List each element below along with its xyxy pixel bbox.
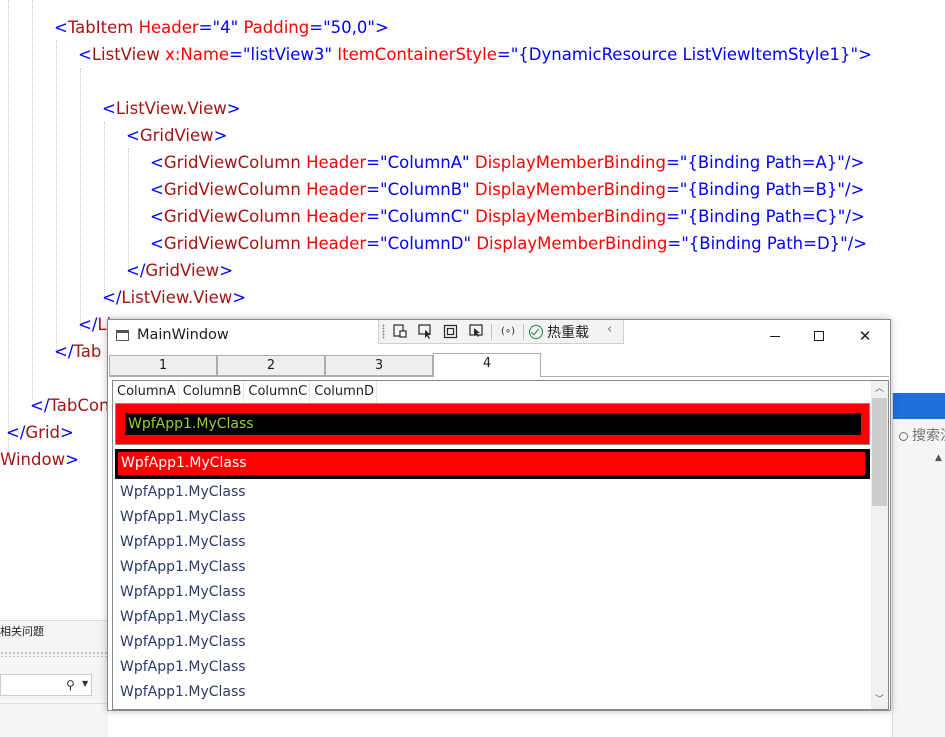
code-line: <TabItem Header="4" Padding="50,0"> <box>54 18 389 37</box>
hot-reload-button[interactable]: 热重载 <box>529 322 589 341</box>
minimize-icon <box>770 335 780 337</box>
vertical-scrollbar[interactable]: ︿ ﹀ <box>871 381 888 709</box>
solution-search-box[interactable]: 搜索洪 <box>899 425 945 445</box>
list-item[interactable]: WpfApp1.MyClass <box>113 630 872 655</box>
close-button[interactable]: ✕ <box>842 320 888 352</box>
focused-item-text: WpfApp1.MyClass <box>118 452 865 475</box>
indent-guide <box>104 122 105 302</box>
scrollbar-thumb[interactable] <box>872 398 887 506</box>
column-header-b[interactable]: ColumnB <box>178 381 245 403</box>
list-item[interactable]: WpfApp1.MyClass <box>113 555 872 580</box>
error-list-panel: 相关问题 ⚲ ▼ <box>0 620 108 737</box>
hot-reload-label: 热重载 <box>547 324 589 341</box>
list-item-selected[interactable]: WpfApp1.MyClass <box>115 403 870 445</box>
tab-control: 1 2 3 4 <box>109 353 889 377</box>
indent-guide <box>128 148 129 274</box>
code-line: Window> <box>0 450 79 469</box>
list-item[interactable]: WpfApp1.MyClass <box>113 680 872 705</box>
list-item[interactable]: WpfApp1.MyClass <box>113 655 872 680</box>
main-window[interactable]: MainWindow (∘) 热重载 ‹ ✕ 1 2 3 4 ColumnA C… <box>107 319 891 711</box>
live-visual-tree-icon[interactable] <box>389 322 411 341</box>
toolbar-separator <box>491 324 492 340</box>
list-item[interactable]: WpfApp1.MyClass <box>113 580 872 605</box>
window-titlebar[interactable]: MainWindow (∘) 热重载 ‹ ✕ <box>108 320 890 352</box>
search-placeholder: 搜索洪 <box>912 428 945 444</box>
tab-content: ColumnA ColumnB ColumnC ColumnD WpfApp1.… <box>109 376 889 710</box>
code-line: <ListView x:Name="listView3" ItemContain… <box>78 45 872 64</box>
caret-up-icon[interactable]: ▲ <box>935 453 942 463</box>
indent-guide <box>8 0 9 460</box>
code-line: </ListView.View> <box>102 288 247 307</box>
code-line: <GridViewColumn Header="ColumnA" Display… <box>150 153 865 172</box>
tab-1[interactable]: 1 <box>109 355 217 376</box>
code-line: </TabCon <box>30 396 110 415</box>
search-icon <box>899 431 908 441</box>
maximize-icon <box>814 331 824 341</box>
search-icon[interactable]: ⚲ <box>66 678 75 692</box>
window-icon <box>116 330 129 341</box>
indent-guide <box>80 68 81 330</box>
tab-3[interactable]: 3 <box>325 355 433 376</box>
list-item[interactable]: WpfApp1.MyClass <box>113 605 872 630</box>
solution-explorer-panel: 搜索洪 ▲ <box>892 393 945 737</box>
list-item-focused[interactable]: WpfApp1.MyClass <box>115 449 870 479</box>
chevron-down-icon[interactable]: ▼ <box>82 679 88 688</box>
panel-titlebar <box>893 393 945 419</box>
indent-guide <box>32 0 33 400</box>
close-icon: ✕ <box>858 327 872 345</box>
indent-guide <box>56 40 57 358</box>
select-element-icon[interactable] <box>414 322 436 341</box>
error-search-input[interactable] <box>0 674 92 696</box>
display-adorners-icon[interactable] <box>439 322 461 341</box>
selected-item-text: WpfApp1.MyClass <box>125 413 861 435</box>
code-line: </Tab <box>54 342 102 361</box>
runtime-toolbar: (∘) 热重载 ‹ <box>378 320 624 344</box>
collapse-toolbar-icon[interactable]: ‹ <box>607 322 612 337</box>
list-item[interactable]: WpfApp1.MyClass <box>113 505 872 530</box>
column-header-d[interactable]: ColumnD <box>310 381 378 403</box>
window-title: MainWindow <box>137 327 229 343</box>
column-header-a[interactable]: ColumnA <box>113 381 179 403</box>
maximize-button[interactable] <box>796 320 842 352</box>
code-line: </GridView> <box>126 261 234 280</box>
code-line: <ListView.View> <box>102 99 241 118</box>
binding-failures-icon[interactable]: (∘) <box>497 322 519 341</box>
divider <box>0 703 108 704</box>
grid-header-row: ColumnA ColumnB ColumnC ColumnD <box>113 381 378 403</box>
column-header-c[interactable]: ColumnC <box>244 381 311 403</box>
list-item[interactable]: WpfApp1.MyClass <box>113 480 872 505</box>
panel-grip <box>0 651 108 657</box>
list-view[interactable]: ColumnA ColumnB ColumnC ColumnD WpfApp1.… <box>112 380 889 710</box>
tab-2[interactable]: 2 <box>217 355 325 376</box>
toolbar-grip[interactable] <box>382 324 385 339</box>
toolbar-separator <box>523 324 524 340</box>
code-line: <GridViewColumn Header="ColumnD" Display… <box>150 234 868 253</box>
tab-4[interactable]: 4 <box>433 353 541 377</box>
check-circle-icon <box>529 324 543 339</box>
code-line: <GridView> <box>126 126 228 145</box>
code-line: <GridViewColumn Header="ColumnC" Display… <box>150 207 865 226</box>
chevron-up-icon[interactable]: ︿ <box>871 381 888 398</box>
tab-related-issues[interactable]: 相关问题 <box>0 623 44 639</box>
list-item[interactable]: WpfApp1.MyClass <box>113 530 872 555</box>
chevron-down-icon[interactable]: ﹀ <box>871 692 888 709</box>
minimize-button[interactable] <box>752 320 798 352</box>
code-line: <GridViewColumn Header="ColumnB" Display… <box>150 180 865 199</box>
code-line: </Grid> <box>6 423 74 442</box>
track-focus-icon[interactable] <box>465 322 487 341</box>
